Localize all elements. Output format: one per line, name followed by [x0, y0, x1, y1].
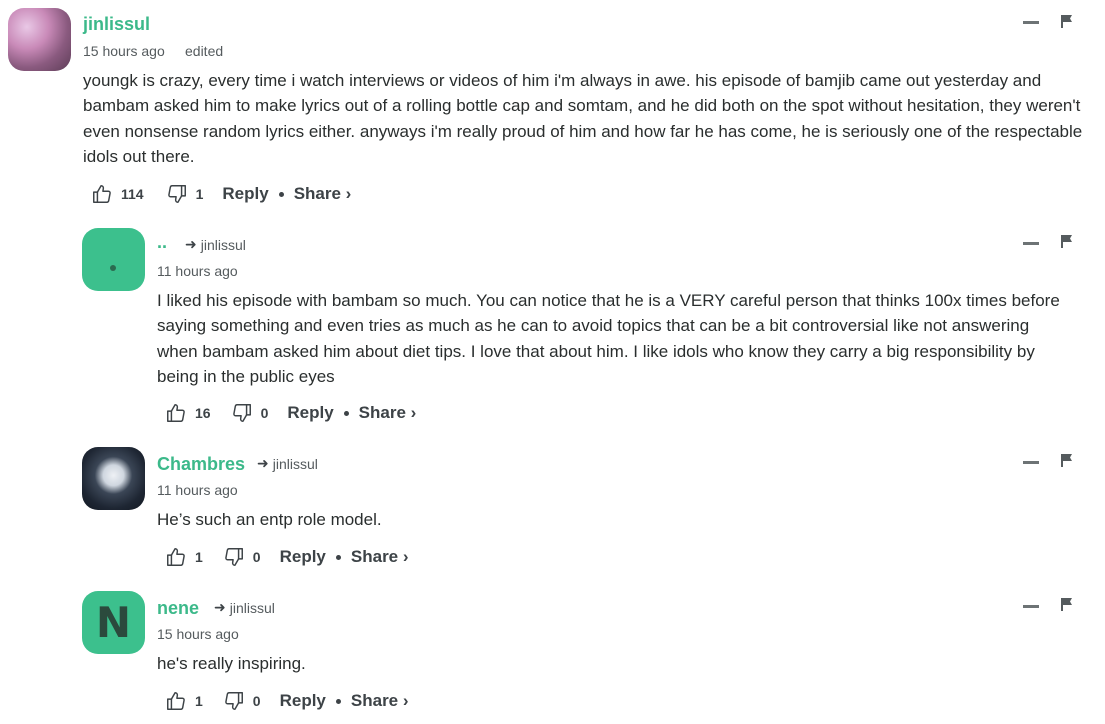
- flag-icon[interactable]: [1060, 597, 1074, 611]
- reply-arrow-icon: ➜: [185, 236, 197, 252]
- flag-icon[interactable]: [1060, 14, 1074, 28]
- comment-text: He’s such an entp role model.: [157, 510, 382, 529]
- avatar[interactable]: [82, 228, 145, 291]
- collapse-icon[interactable]: [1023, 461, 1039, 464]
- upvote-count: 1: [195, 549, 203, 565]
- share-button[interactable]: Share ›: [359, 403, 417, 423]
- reply-to-user: jinlissul: [229, 599, 275, 616]
- reply-to-link[interactable]: ➜ jinlissul: [214, 599, 275, 616]
- upvote-count: 1: [195, 693, 203, 709]
- comment-author[interactable]: ..: [157, 232, 167, 253]
- thumbs-down-icon[interactable]: [231, 402, 253, 424]
- collapse-icon[interactable]: [1023, 21, 1039, 24]
- thumbs-up-icon[interactable]: [165, 402, 187, 424]
- thumbs-up-icon[interactable]: [91, 183, 113, 205]
- separator-dot: [335, 698, 341, 704]
- thumbs-down-icon[interactable]: [223, 546, 245, 568]
- separator-dot: [335, 554, 341, 560]
- edited-label: edited: [185, 43, 224, 59]
- comment-timestamp[interactable]: 11 hours ago: [157, 482, 238, 498]
- share-button[interactable]: Share ›: [351, 547, 409, 567]
- comment-actions: 1 0 Reply Share ›: [165, 689, 409, 713]
- separator-dot: [343, 410, 349, 416]
- reply-to-link[interactable]: ➜ jinlissul: [185, 236, 246, 253]
- comment-text: youngk is crazy, every time i watch inte…: [83, 71, 1083, 167]
- comment-author[interactable]: jinlissul: [83, 14, 150, 35]
- avatar[interactable]: N: [82, 591, 145, 654]
- avatar[interactable]: [82, 447, 145, 510]
- comment-actions: 16 0 Reply Share ›: [165, 401, 416, 425]
- reply-button[interactable]: Reply: [222, 184, 268, 204]
- reply-arrow-icon: ➜: [214, 599, 226, 615]
- upvote-count: 16: [195, 405, 211, 421]
- comment-text: I liked his episode with bambam so much.…: [157, 291, 1060, 387]
- downvote-count: 1: [195, 186, 204, 202]
- reply-to-user: jinlissul: [272, 455, 318, 472]
- downvote-count: 0: [252, 549, 261, 565]
- thumbs-down-icon[interactable]: [223, 690, 245, 712]
- thumbs-down-icon[interactable]: [166, 183, 188, 205]
- reply-to-user: jinlissul: [200, 236, 246, 253]
- share-button[interactable]: Share ›: [294, 184, 352, 204]
- collapse-icon[interactable]: [1023, 242, 1039, 245]
- comment-author[interactable]: Chambres: [157, 454, 245, 475]
- flag-icon[interactable]: [1060, 234, 1074, 248]
- comment-timestamp[interactable]: 11 hours ago: [157, 263, 238, 279]
- comment-author[interactable]: nene: [157, 598, 199, 619]
- reply-to-link[interactable]: ➜ jinlissul: [257, 455, 318, 472]
- reply-button[interactable]: Reply: [287, 403, 333, 423]
- comment-text: he's really inspiring.: [157, 654, 306, 673]
- comment-timestamp[interactable]: 15 hours ago: [83, 43, 165, 59]
- comment-actions: 1 0 Reply Share ›: [165, 545, 409, 569]
- separator-dot: [278, 191, 284, 197]
- reply-button[interactable]: Reply: [280, 547, 326, 567]
- reply-arrow-icon: ➜: [257, 455, 269, 471]
- reply-button[interactable]: Reply: [280, 691, 326, 711]
- thumbs-up-icon[interactable]: [165, 546, 187, 568]
- comment-timestamp[interactable]: 15 hours ago: [157, 626, 239, 642]
- avatar[interactable]: [8, 8, 71, 71]
- share-button[interactable]: Share ›: [351, 691, 409, 711]
- flag-icon[interactable]: [1060, 453, 1074, 467]
- downvote-count: 0: [252, 693, 261, 709]
- collapse-icon[interactable]: [1023, 605, 1039, 608]
- downvote-count: 0: [260, 405, 269, 421]
- thumbs-up-icon[interactable]: [165, 690, 187, 712]
- comment-actions: 114 1 Reply Share ›: [91, 182, 351, 206]
- upvote-count: 114: [121, 186, 144, 202]
